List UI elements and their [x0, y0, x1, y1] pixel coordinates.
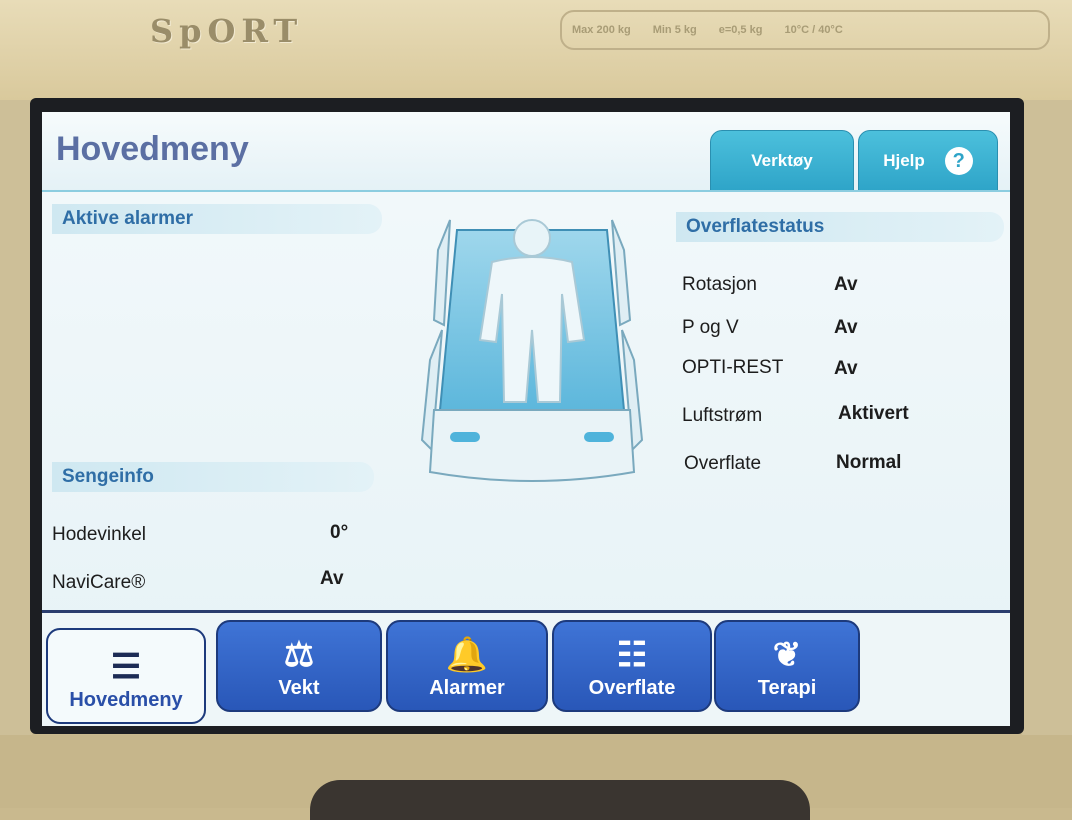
spec-min: Min 5 kg [652, 24, 697, 36]
tab-vekt-label: Vekt [278, 677, 320, 699]
opti-rest-value: Av [834, 358, 858, 379]
spec-temperature: 10°C / 40°C [784, 24, 843, 36]
tab-alarmer-label: Alarmer [429, 677, 505, 699]
foot-light-left [450, 432, 480, 442]
navicare-label: NaviCare® [52, 572, 146, 593]
foot-light-right [584, 432, 614, 442]
device-bezel-right [1022, 100, 1072, 740]
rotation-value: Av [834, 274, 858, 295]
p-and-v-value: Av [834, 317, 858, 338]
airflow-label: Luftstrøm [682, 405, 763, 426]
tools-label: Verktøy [751, 151, 813, 170]
tab-hovedmeny[interactable]: ☰ Hovedmeny [46, 628, 206, 724]
help-button[interactable]: Hjelp ? [858, 130, 998, 192]
surface-label: Overflate [684, 453, 762, 474]
device-bezel-left [0, 100, 32, 740]
tools-button[interactable]: Verktøy [710, 130, 854, 192]
tab-overflate-label: Overflate [588, 677, 676, 699]
side-rail-left-upper [432, 219, 451, 327]
list-icon: ☰ [110, 648, 142, 686]
header-bar: Hovedmeny Verktøy Hjelp ? [42, 112, 1010, 192]
head-angle-label: Hodevinkel [52, 524, 146, 545]
tab-alarmer[interactable]: 🔔 Alarmer [386, 620, 548, 712]
device-spec-label: Max 200 kg Min 5 kg e=0,5 kg 10°C / 40°C [560, 10, 1050, 50]
bed-footboard [428, 409, 636, 482]
lungs-icon: ❦ [772, 636, 802, 674]
rotation-label: Rotasjon [682, 274, 757, 295]
tab-terapi-label: Terapi [757, 677, 817, 699]
surface-icon: ☷ [616, 636, 648, 674]
active-alarms-heading: Aktive alarmer [52, 204, 382, 234]
tab-terapi[interactable]: ❦ Terapi [714, 620, 860, 712]
p-and-v-label: P og V [682, 317, 739, 338]
help-label: Hjelp [883, 151, 925, 170]
touch-screen: Hovedmeny Verktøy Hjelp ? Aktive alarmer… [42, 112, 1010, 726]
bed-info-heading: Sengeinfo [52, 462, 374, 492]
nav-divider [42, 610, 1010, 613]
surface-value: Normal [836, 452, 902, 473]
bell-icon: 🔔 [445, 636, 489, 674]
spec-division: e=0,5 kg [718, 24, 763, 36]
opti-rest-label: OPTI-REST [682, 357, 784, 378]
page-title: Hovedmeny [56, 130, 249, 168]
device-handle [310, 780, 810, 820]
navicare-value: Av [320, 568, 344, 589]
tab-hovedmeny-label: Hovedmeny [69, 689, 183, 711]
help-icon: ? [944, 147, 973, 175]
bottom-navigation: ☰ Hovedmeny ⚖ Vekt 🔔 Alarmer ☷ Overflate… [42, 610, 1010, 726]
spec-max: Max 200 kg [572, 24, 631, 36]
tab-vekt[interactable]: ⚖ Vekt [216, 620, 382, 712]
scale-icon: ⚖ [283, 636, 315, 674]
airflow-value: Aktivert [838, 403, 909, 424]
head-angle-value: 0° [330, 522, 349, 543]
bed-illustration [420, 219, 644, 482]
header-divider [42, 190, 1010, 192]
surface-status-heading: Overflatestatus [676, 212, 1004, 242]
device-brand-logo: SpORT [150, 12, 304, 50]
patient-head [513, 219, 551, 257]
tab-overflate[interactable]: ☷ Overflate [552, 620, 712, 712]
